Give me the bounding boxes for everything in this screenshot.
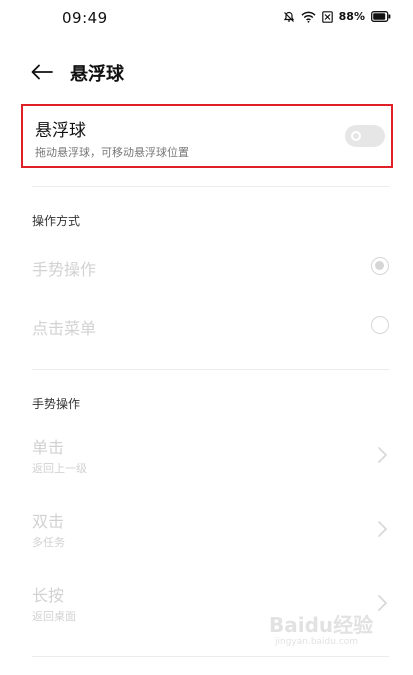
gesture-item-title: 单击 [32,438,65,457]
section-label-operation-mode: 操作方式 [32,214,81,228]
gesture-item-double-tap[interactable]: 双击 多任务 [32,508,389,552]
option-gesture[interactable]: 手势操作 [32,252,389,282]
divider [32,369,389,370]
option-click-menu[interactable]: 点击菜单 [32,311,389,341]
chevron-right-icon [378,521,387,537]
back-button[interactable] [28,58,56,86]
watermark-logo: Baidu经验 [269,613,374,637]
gesture-item-subtitle: 返回桌面 [32,610,76,623]
option-label: 点击菜单 [32,319,97,338]
floating-ball-title: 悬浮球 [35,121,86,141]
toggle-knob [351,131,361,141]
status-icons: 88% [283,10,391,23]
section-label-gesture: 手势操作 [32,397,81,411]
page-title: 悬浮球 [70,64,124,85]
wifi-icon [301,11,316,23]
sim-icon [321,10,333,23]
watermark-url: jingyan.baidu.com [275,637,359,647]
header: 悬浮球 [0,56,413,88]
radio-unchecked-icon[interactable] [371,316,389,334]
divider [32,186,389,187]
status-time: 09:49 [62,9,108,27]
chevron-right-icon [378,447,387,463]
gesture-item-single-tap[interactable]: 单击 返回上一级 [32,434,389,478]
battery-percent: 88% [338,10,365,23]
mute-icon [283,11,295,23]
floating-ball-row[interactable]: 悬浮球 拖动悬浮球，可移动悬浮球位置 [21,104,393,168]
arrow-left-icon [31,64,53,80]
watermark: Baidu经验 jingyan.baidu.com [269,609,379,653]
gesture-item-subtitle: 多任务 [32,536,65,549]
divider [32,656,389,657]
option-label: 手势操作 [32,260,97,279]
gesture-item-title: 双击 [32,512,65,531]
battery-icon [371,11,391,22]
status-bar: 09:49 88% [0,0,413,36]
radio-checked-icon[interactable] [371,257,389,275]
gesture-item-title: 长按 [32,586,65,605]
floating-ball-toggle[interactable] [345,125,385,147]
gesture-item-subtitle: 返回上一级 [32,462,87,475]
floating-ball-subtitle: 拖动悬浮球，可移动悬浮球位置 [35,146,189,159]
